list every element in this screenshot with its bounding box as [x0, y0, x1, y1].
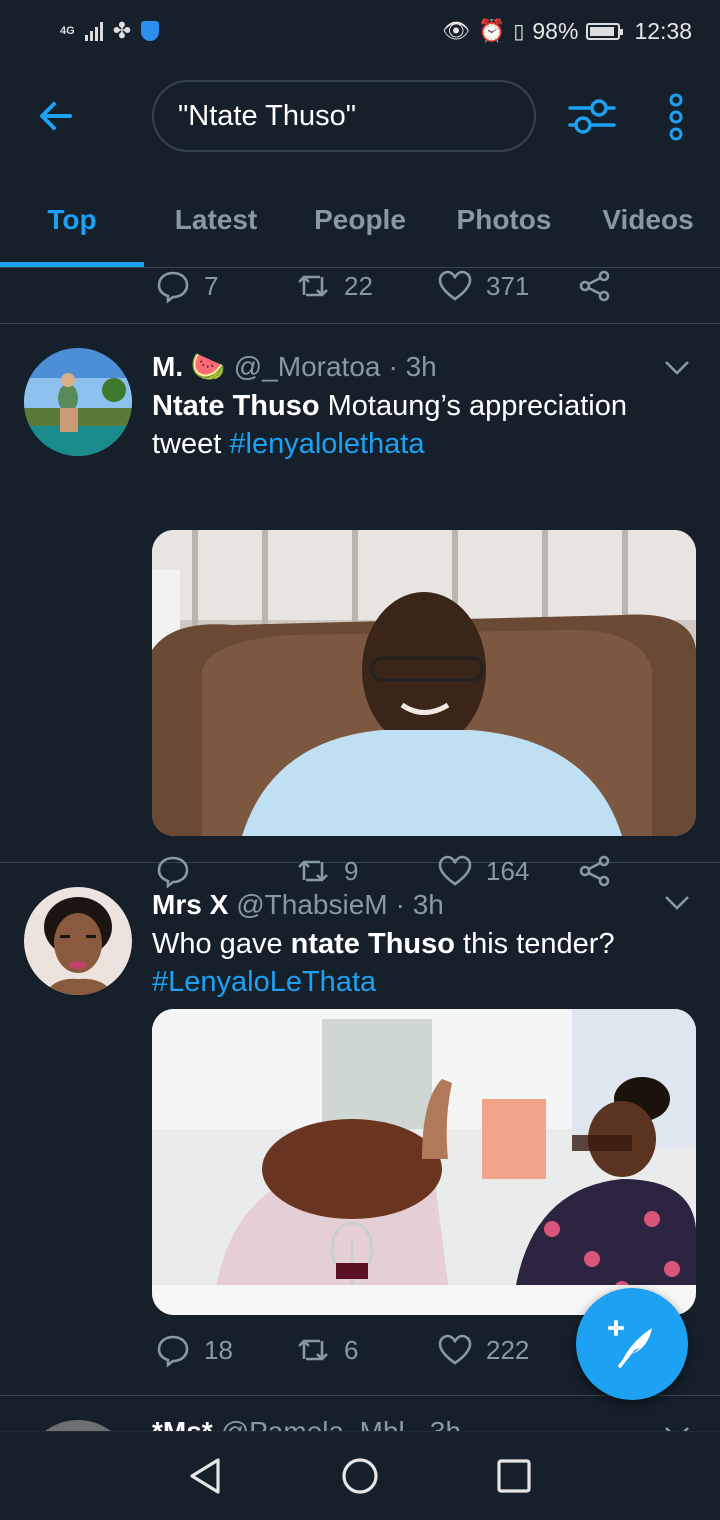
tweet-image[interactable]	[152, 1009, 696, 1315]
reply-button[interactable]: 18	[156, 1333, 233, 1367]
network-type: 4G	[60, 25, 75, 37]
retweet-button[interactable]: 22	[296, 269, 373, 303]
filter-icon[interactable]	[568, 96, 616, 136]
retweet-icon	[298, 275, 328, 297]
reply-icon	[157, 1335, 189, 1367]
system-nav-bar	[0, 1431, 720, 1520]
handle[interactable]: @ThabsieM	[236, 889, 387, 921]
hashtag-link[interactable]: #lenyalolethata	[229, 428, 424, 460]
recents-square-icon[interactable]	[494, 1456, 534, 1496]
tweet-header: M. 🍉 @_Moratoa · 3h	[152, 350, 692, 383]
reply-button[interactable]: 7	[156, 269, 218, 303]
eye-icon: 👁	[442, 18, 470, 43]
timestamp: · 3h	[413, 1416, 461, 1431]
tab-videos[interactable]: Videos	[576, 172, 720, 267]
tweet-text: Ntate Thuso Motaung’s appreciation tweet…	[152, 390, 627, 460]
tab-photos[interactable]: Photos	[432, 172, 576, 267]
shield-icon	[141, 21, 160, 41]
tweet-header: *Ms* @Pamela_Mbl · 3h	[152, 1416, 692, 1431]
tab-top[interactable]: Top	[0, 172, 144, 267]
hashtag-link[interactable]: #LenyaloLeThata	[152, 966, 376, 998]
share-icon	[579, 270, 610, 302]
chevron-down-icon[interactable]	[664, 360, 690, 376]
search-query: "Ntate Thuso"	[178, 99, 357, 132]
display-name[interactable]: Mrs X	[152, 889, 228, 921]
clock: 12:38	[634, 17, 692, 44]
search-input[interactable]: "Ntate Thuso"	[152, 80, 536, 152]
vibrate-icon: ▯	[513, 20, 525, 43]
share-button[interactable]	[578, 269, 612, 303]
chevron-down-icon[interactable]	[664, 895, 690, 911]
fan-icon: ✤	[112, 18, 132, 43]
battery-icon	[586, 22, 624, 40]
back-arrow-icon[interactable]	[36, 96, 76, 136]
tweet-feed[interactable]: 7 22 371 M. 🍉 @_Moratoa · 3h Ntate Thuso…	[0, 269, 720, 1431]
search-header: "Ntate Thuso"	[0, 62, 720, 172]
status-bar: 4G ✤ 👁 ⏰ ▯ 98% 12:38	[0, 0, 720, 62]
avatar[interactable]	[24, 1420, 132, 1431]
tweet[interactable]: M. 🍉 @_Moratoa · 3h Ntate Thuso Motaung’…	[0, 324, 720, 888]
heart-icon	[438, 270, 472, 301]
like-button[interactable]: 222	[438, 1333, 529, 1367]
avatar[interactable]	[24, 887, 132, 995]
timestamp: · 3h	[388, 350, 437, 382]
retweet-icon	[298, 1339, 328, 1361]
handle[interactable]: @Pamela_Mbl	[221, 1416, 405, 1431]
compose-feather-icon	[608, 1320, 652, 1368]
reply-icon	[157, 271, 189, 303]
retweet-button[interactable]: 6	[296, 1333, 358, 1367]
like-button[interactable]: 371	[438, 269, 529, 303]
alarm-icon: ⏰	[477, 18, 506, 43]
handle[interactable]: @_Moratoa	[234, 351, 381, 383]
compose-tweet-button[interactable]	[576, 1288, 688, 1400]
tweet[interactable]: *Ms* @Pamela_Mbl · 3h	[0, 1396, 720, 1431]
battery-percent: 98%	[532, 17, 579, 44]
display-name[interactable]: *Ms*	[152, 1416, 213, 1431]
tweet-text: Who gave ntate Thuso this tender? #Lenyal…	[152, 928, 615, 998]
timestamp: · 3h	[395, 889, 444, 920]
signal-icon	[84, 21, 103, 41]
back-triangle-icon[interactable]	[186, 1456, 226, 1496]
tab-people[interactable]: People	[288, 172, 432, 267]
avatar[interactable]	[24, 348, 132, 456]
tab-latest[interactable]: Latest	[144, 172, 288, 267]
heart-icon	[438, 1334, 472, 1365]
tweet-image[interactable]	[152, 530, 696, 836]
tweet-header: Mrs X @ThabsieM · 3h	[152, 889, 692, 921]
more-options-icon[interactable]	[664, 92, 688, 142]
tweet-actions: 7 22 371	[0, 269, 720, 323]
search-tabs: Top Latest People Photos Videos	[0, 172, 720, 268]
home-circle-icon[interactable]	[340, 1456, 380, 1496]
display-name[interactable]: M. 🍉	[152, 350, 226, 383]
